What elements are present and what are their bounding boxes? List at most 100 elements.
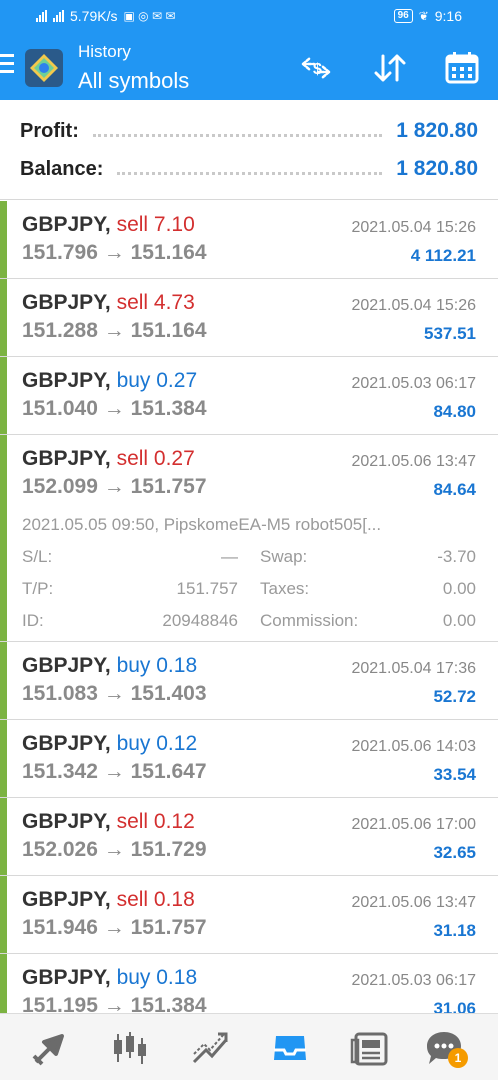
sort-icon[interactable]: [372, 50, 408, 86]
trade-symbol: GBPJPY, buy 0.18: [22, 966, 198, 989]
trade-row[interactable]: GBPJPY, sell 4.73 151.288 → 151.164 2021…: [0, 279, 498, 357]
signal-icon: [36, 10, 47, 22]
detail-row: ID: 20948846 Commission: 0.00: [22, 611, 476, 635]
taxes-label: Taxes:: [260, 579, 310, 598]
trade-profit: 32.65: [433, 843, 476, 862]
notification-icons: ▣ ◎ ✉ ✉: [123, 9, 176, 23]
quotes-icon[interactable]: [30, 1028, 70, 1068]
trade-prices: 151.342 → 151.647: [22, 760, 207, 783]
trade-symbol: GBPJPY, sell 7.10: [22, 213, 195, 236]
trade-row[interactable]: GBPJPY, buy 0.18 151.195 → 151.384 2021.…: [0, 954, 498, 1013]
trade-symbol: GBPJPY, buy 0.27: [22, 369, 198, 392]
dotted-leader: [117, 163, 383, 175]
history-icon[interactable]: [270, 1028, 310, 1068]
trade-prices: 151.288 → 151.164: [22, 319, 207, 342]
status-bar: 5.79K/s ▣ ◎ ✉ ✉ 96 ❦ 9:16: [0, 0, 498, 34]
taxes-value: 0.00: [442, 579, 476, 598]
balance-value: 1 820.80: [396, 157, 478, 180]
trade-indicator-bar: [0, 954, 7, 1013]
trade-row-expanded[interactable]: GBPJPY, sell 0.27 152.099 → 151.757 2021…: [0, 435, 498, 642]
trade-side: sell 0.18: [116, 888, 195, 911]
commission-value: 0.00: [442, 611, 476, 630]
trade-time: 2021.05.03 06:17: [351, 972, 476, 989]
profit-row: Profit: 1 820.80: [20, 116, 478, 146]
trade-indicator-bar: [0, 798, 7, 875]
trade-side: sell 7.10: [116, 213, 195, 236]
network-speed: 5.79K/s: [70, 8, 118, 24]
tp-value: 151.757: [176, 579, 238, 598]
trade-profit: 52.72: [433, 687, 476, 706]
calendar-icon[interactable]: [444, 50, 480, 86]
profit-label: Profit:: [20, 119, 79, 142]
sl-label: S/L:: [22, 547, 53, 566]
trade-side: buy 0.27: [116, 369, 198, 392]
trade-time: 2021.05.04 17:36: [351, 660, 476, 677]
trade-side: buy 0.18: [116, 654, 198, 677]
swap-value: -3.70: [437, 547, 476, 566]
trade-indicator-bar: [0, 720, 7, 797]
detail-row: S/L: — Swap: -3.70: [22, 547, 476, 571]
menu-icon[interactable]: [0, 54, 14, 78]
trade-prices: 151.040 → 151.384: [22, 397, 207, 420]
status-left: 5.79K/s ▣ ◎ ✉ ✉: [36, 8, 175, 24]
trade-prices: 152.099 → 151.757: [22, 475, 207, 498]
balance-row: Balance: 1 820.80: [20, 154, 478, 184]
trade-time: 2021.05.03 06:17: [351, 375, 476, 392]
commission-label: Commission:: [260, 611, 359, 630]
leaf-icon: ❦: [418, 9, 429, 23]
app-bar: History All symbols $: [0, 34, 498, 100]
trade-prices: 151.083 → 151.403: [22, 682, 207, 705]
trade-symbol: GBPJPY, sell 4.73: [22, 291, 195, 314]
trade-row[interactable]: GBPJPY, buy 0.27 151.040 → 151.384 2021.…: [0, 357, 498, 435]
messages-tab[interactable]: 1: [424, 1028, 468, 1068]
header-subtitle: History: [78, 42, 131, 61]
trade-symbol: GBPJPY, sell 0.18: [22, 888, 195, 911]
tp-label: T/P:: [22, 579, 54, 598]
trade-symbol: GBPJPY, buy 0.12: [22, 732, 198, 755]
trade-row[interactable]: GBPJPY, sell 0.18 151.946 → 151.757 2021…: [0, 876, 498, 954]
trade-indicator-bar: [0, 201, 7, 278]
status-right: 96 ❦ 9:16: [393, 8, 462, 24]
dotted-leader: [92, 125, 383, 137]
metatrader-logo: [25, 49, 63, 87]
trade-symbol: GBPJPY, buy 0.18: [22, 654, 198, 677]
trade-time: 2021.05.04 15:26: [351, 297, 476, 314]
detail-row: T/P: 151.757 Taxes: 0.00: [22, 579, 476, 603]
trade-side: buy 0.12: [116, 732, 198, 755]
trade-indicator-bar: [0, 435, 7, 641]
trade-comment: 2021.05.05 09:50, PipskomeEA-M5 robot505…: [22, 515, 382, 534]
account-summary: Profit: 1 820.80 Balance: 1 820.80: [0, 100, 498, 200]
page-title[interactable]: All symbols: [78, 68, 189, 94]
messages-badge: 1: [448, 1048, 468, 1068]
trade-profit: 84.80: [433, 402, 476, 421]
trade-indicator-bar: [0, 357, 7, 434]
trade-profit: 537.51: [424, 324, 476, 343]
trade-time: 2021.05.06 13:47: [351, 453, 476, 470]
trade-time: 2021.05.06 17:00: [351, 816, 476, 833]
trade-row[interactable]: GBPJPY, sell 7.10 151.796 → 151.164 2021…: [0, 201, 498, 279]
trade-row[interactable]: GBPJPY, buy 0.12 151.342 → 151.647 2021.…: [0, 720, 498, 798]
news-icon[interactable]: [350, 1028, 390, 1068]
signal-icon-2: [53, 10, 64, 22]
svg-text:$: $: [313, 61, 322, 78]
trade-side: sell 0.12: [116, 810, 195, 833]
id-value: 20948846: [162, 611, 238, 630]
trade-prices: 151.946 → 151.757: [22, 916, 207, 939]
trade-prices: 151.796 → 151.164: [22, 241, 207, 264]
trade-profit: 84.64: [433, 480, 476, 499]
currency-exchange-icon[interactable]: $: [298, 50, 334, 86]
bottom-navigation: 1: [0, 1013, 498, 1080]
battery-icon: 96: [393, 9, 413, 23]
sl-value: —: [221, 547, 238, 566]
clock: 9:16: [434, 8, 462, 24]
trade-prices: 151.195 → 151.384: [22, 994, 207, 1013]
chart-icon[interactable]: [110, 1028, 150, 1068]
trade-prices: 152.026 → 151.729: [22, 838, 207, 861]
trade-icon[interactable]: [190, 1028, 230, 1068]
trade-row[interactable]: GBPJPY, sell 0.12 152.026 → 151.729 2021…: [0, 798, 498, 876]
trade-indicator-bar: [0, 279, 7, 356]
trade-history-list[interactable]: GBPJPY, sell 7.10 151.796 → 151.164 2021…: [0, 201, 498, 1013]
trade-side: buy 0.18: [116, 966, 198, 989]
trade-row[interactable]: GBPJPY, buy 0.18 151.083 → 151.403 2021.…: [0, 642, 498, 720]
trade-profit: 31.18: [433, 921, 476, 940]
